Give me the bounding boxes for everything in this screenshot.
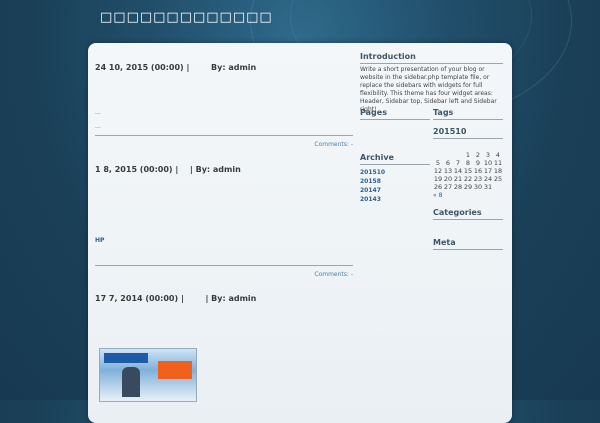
archive-link[interactable]: 201510 bbox=[360, 168, 430, 177]
calendar-day: 19 bbox=[433, 175, 443, 183]
divider bbox=[95, 265, 353, 266]
calendar-day: 27 bbox=[443, 183, 453, 191]
calendar-day: 8 bbox=[465, 159, 471, 167]
post-link[interactable]: HP bbox=[95, 237, 104, 244]
calendar-day bbox=[453, 151, 463, 159]
post: 24 10, 2015 (00:00) | By: admin ... ... … bbox=[95, 63, 353, 148]
comments-link[interactable]: Comments: - bbox=[95, 271, 353, 278]
calendar-day: 14 bbox=[453, 167, 463, 175]
categories-heading: Categories bbox=[433, 208, 503, 220]
post-author: By: admin bbox=[211, 63, 257, 72]
tags-heading: Tags bbox=[433, 108, 503, 120]
calendar-day bbox=[493, 183, 503, 191]
post-author: By: admin bbox=[211, 294, 257, 303]
thumbnail-open-sign bbox=[158, 361, 192, 379]
calendar-day: 7 bbox=[455, 159, 461, 167]
calendar-day bbox=[433, 151, 443, 159]
post: 17 7, 2014 (00:00) | | By: admin bbox=[95, 294, 353, 303]
archive-link[interactable]: 20147 bbox=[360, 186, 430, 195]
calendar-day: 4 bbox=[495, 151, 501, 159]
post-header: 1 8, 2015 (00:00) | | By: admin bbox=[95, 165, 353, 174]
post-excerpt: ... bbox=[95, 109, 101, 116]
calendar-day: 31 bbox=[483, 183, 493, 191]
post-header: 17 7, 2014 (00:00) | | By: admin bbox=[95, 294, 353, 303]
calendar-day: 11 bbox=[493, 159, 503, 167]
calendar-day: 18 bbox=[493, 167, 503, 175]
site-title[interactable]: □□□□□□□□□□□□□ bbox=[100, 10, 273, 25]
post-date[interactable]: 17 7, 2014 (00:00) bbox=[95, 294, 178, 303]
archive-list: 201510 20158 20147 20143 bbox=[360, 168, 430, 204]
sidebar-left: Pages Archive 201510 20158 20147 20143 bbox=[360, 108, 430, 204]
post-thumbnail-image[interactable] bbox=[99, 348, 197, 402]
calendar-day: 20 bbox=[443, 175, 453, 183]
pages-heading: Pages bbox=[360, 108, 430, 120]
divider bbox=[95, 135, 353, 136]
calendar-day: 26 bbox=[433, 183, 443, 191]
calendar-day: 6 bbox=[445, 159, 451, 167]
calendar-day: 21 bbox=[453, 175, 463, 183]
calendar-day: 24 bbox=[483, 175, 493, 183]
calendar-day: 28 bbox=[453, 183, 463, 191]
post-header: 24 10, 2015 (00:00) | By: admin bbox=[95, 63, 353, 72]
sidebar-introduction: Introduction Write a short presentation … bbox=[360, 52, 503, 114]
calendar-day: 29 bbox=[463, 183, 473, 191]
calendar-day: 17 bbox=[483, 167, 493, 175]
post-separator: | bbox=[186, 63, 190, 72]
post-separator: | bbox=[189, 165, 193, 174]
calendar-caption: 201510 bbox=[433, 127, 503, 139]
thumbnail-person bbox=[122, 367, 140, 397]
introduction-text: Write a short presentation of your blog … bbox=[360, 66, 497, 113]
calendar-prev-link[interactable]: « 8 bbox=[433, 192, 503, 199]
post-separator: | bbox=[180, 294, 184, 303]
meta-heading: Meta bbox=[433, 238, 503, 250]
calendar-day: 13 bbox=[443, 167, 453, 175]
post-separator: | bbox=[205, 294, 209, 303]
calendar-day: 22 bbox=[463, 175, 473, 183]
archive-link[interactable]: 20143 bbox=[360, 195, 430, 204]
archive-heading: Archive bbox=[360, 153, 430, 165]
post-separator: | bbox=[175, 165, 179, 174]
post: 1 8, 2015 (00:00) | | By: admin HP Comme… bbox=[95, 165, 353, 278]
post-date[interactable]: 24 10, 2015 (00:00) bbox=[95, 63, 184, 72]
sidebar-right: Tags 201510 1 2 3 4 5 6 7 8 9 10 11 12 1… bbox=[433, 108, 503, 250]
calendar-day: 1 bbox=[465, 151, 471, 159]
calendar-table: 1 2 3 4 5 6 7 8 9 10 11 12 13 14 15 16 1… bbox=[433, 151, 503, 191]
calendar-day: 12 bbox=[433, 167, 443, 175]
calendar-day: 10 bbox=[483, 159, 493, 167]
calendar-day: 25 bbox=[493, 175, 503, 183]
calendar-day bbox=[443, 151, 453, 159]
calendar-day: 16 bbox=[473, 167, 483, 175]
calendar-day: 23 bbox=[473, 175, 483, 183]
thumbnail-banner bbox=[104, 353, 148, 363]
archive-link[interactable]: 20158 bbox=[360, 177, 430, 186]
post-excerpt: ... bbox=[95, 123, 101, 130]
introduction-heading: Introduction bbox=[360, 52, 503, 64]
post-date[interactable]: 1 8, 2015 (00:00) bbox=[95, 165, 173, 174]
calendar-day: 3 bbox=[485, 151, 491, 159]
calendar-day: 5 bbox=[435, 159, 441, 167]
calendar-day: 2 bbox=[475, 151, 481, 159]
post-author: By: admin bbox=[195, 165, 241, 174]
calendar-day: 15 bbox=[463, 167, 473, 175]
calendar-day: 9 bbox=[475, 159, 481, 167]
calendar-day: 30 bbox=[473, 183, 483, 191]
comments-link[interactable]: Comments: - bbox=[95, 141, 353, 148]
